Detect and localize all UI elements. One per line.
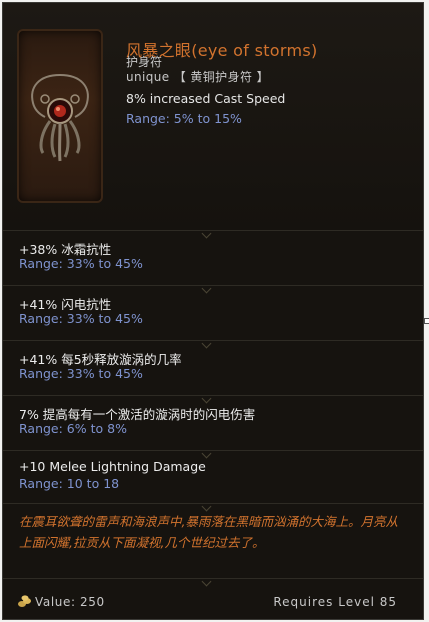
item-lore: 在震耳欲聋的雷声和海浪声中,暴雨落在黑暗而汹涌的大海上。月亮从上面闪耀,拉贡从下… (19, 514, 398, 550)
item-tooltip: 风暴之眼(eye of storms) 护身符 unique 【 黄铜护身符 】… (2, 2, 424, 620)
mod-stat: +10 Melee Lightning Damage (19, 459, 206, 474)
item-footer: Value: 250 Requires Level 85 (3, 578, 423, 619)
item-value: Value: 250 (35, 595, 105, 609)
mod-row: +41% 闪电抗性 Range: 33% to 45% (3, 286, 423, 340)
mod-row: +41% 每5秒释放漩涡的几率 Range: 33% to 45% (3, 341, 423, 395)
level-requirement: Requires Level 85 (273, 595, 397, 609)
item-header: 风暴之眼(eye of storms) 护身符 unique 【 黄铜护身符 】… (3, 3, 423, 231)
mod-range: Range: 33% to 45% (19, 256, 143, 271)
coin-icon (18, 595, 31, 607)
mod-range: Range: 6% to 8% (19, 421, 127, 436)
resize-handle[interactable] (424, 318, 429, 324)
item-art-frame (17, 29, 103, 203)
implicit-range: Range: 5% to 15% (126, 111, 242, 126)
mod-range: Range: 33% to 45% (19, 366, 143, 381)
implicit-stat: 8% increased Cast Speed (126, 91, 286, 106)
divider (3, 503, 423, 504)
mod-range: Range: 33% to 45% (19, 311, 143, 326)
mod-row: +38% 冰霜抗性 Range: 33% to 45% (3, 231, 423, 285)
mod-row: 7% 提高每有一个激活的漩涡时的闪电伤害 Range: 6% to 8% (3, 396, 423, 450)
mod-range: Range: 10 to 18 (19, 476, 120, 491)
mod-row: +10 Melee Lightning Damage Range: 10 to … (3, 451, 423, 505)
amulet-icon (31, 74, 89, 162)
item-rarity: unique 【 黄铜护身符 】 (126, 70, 269, 84)
